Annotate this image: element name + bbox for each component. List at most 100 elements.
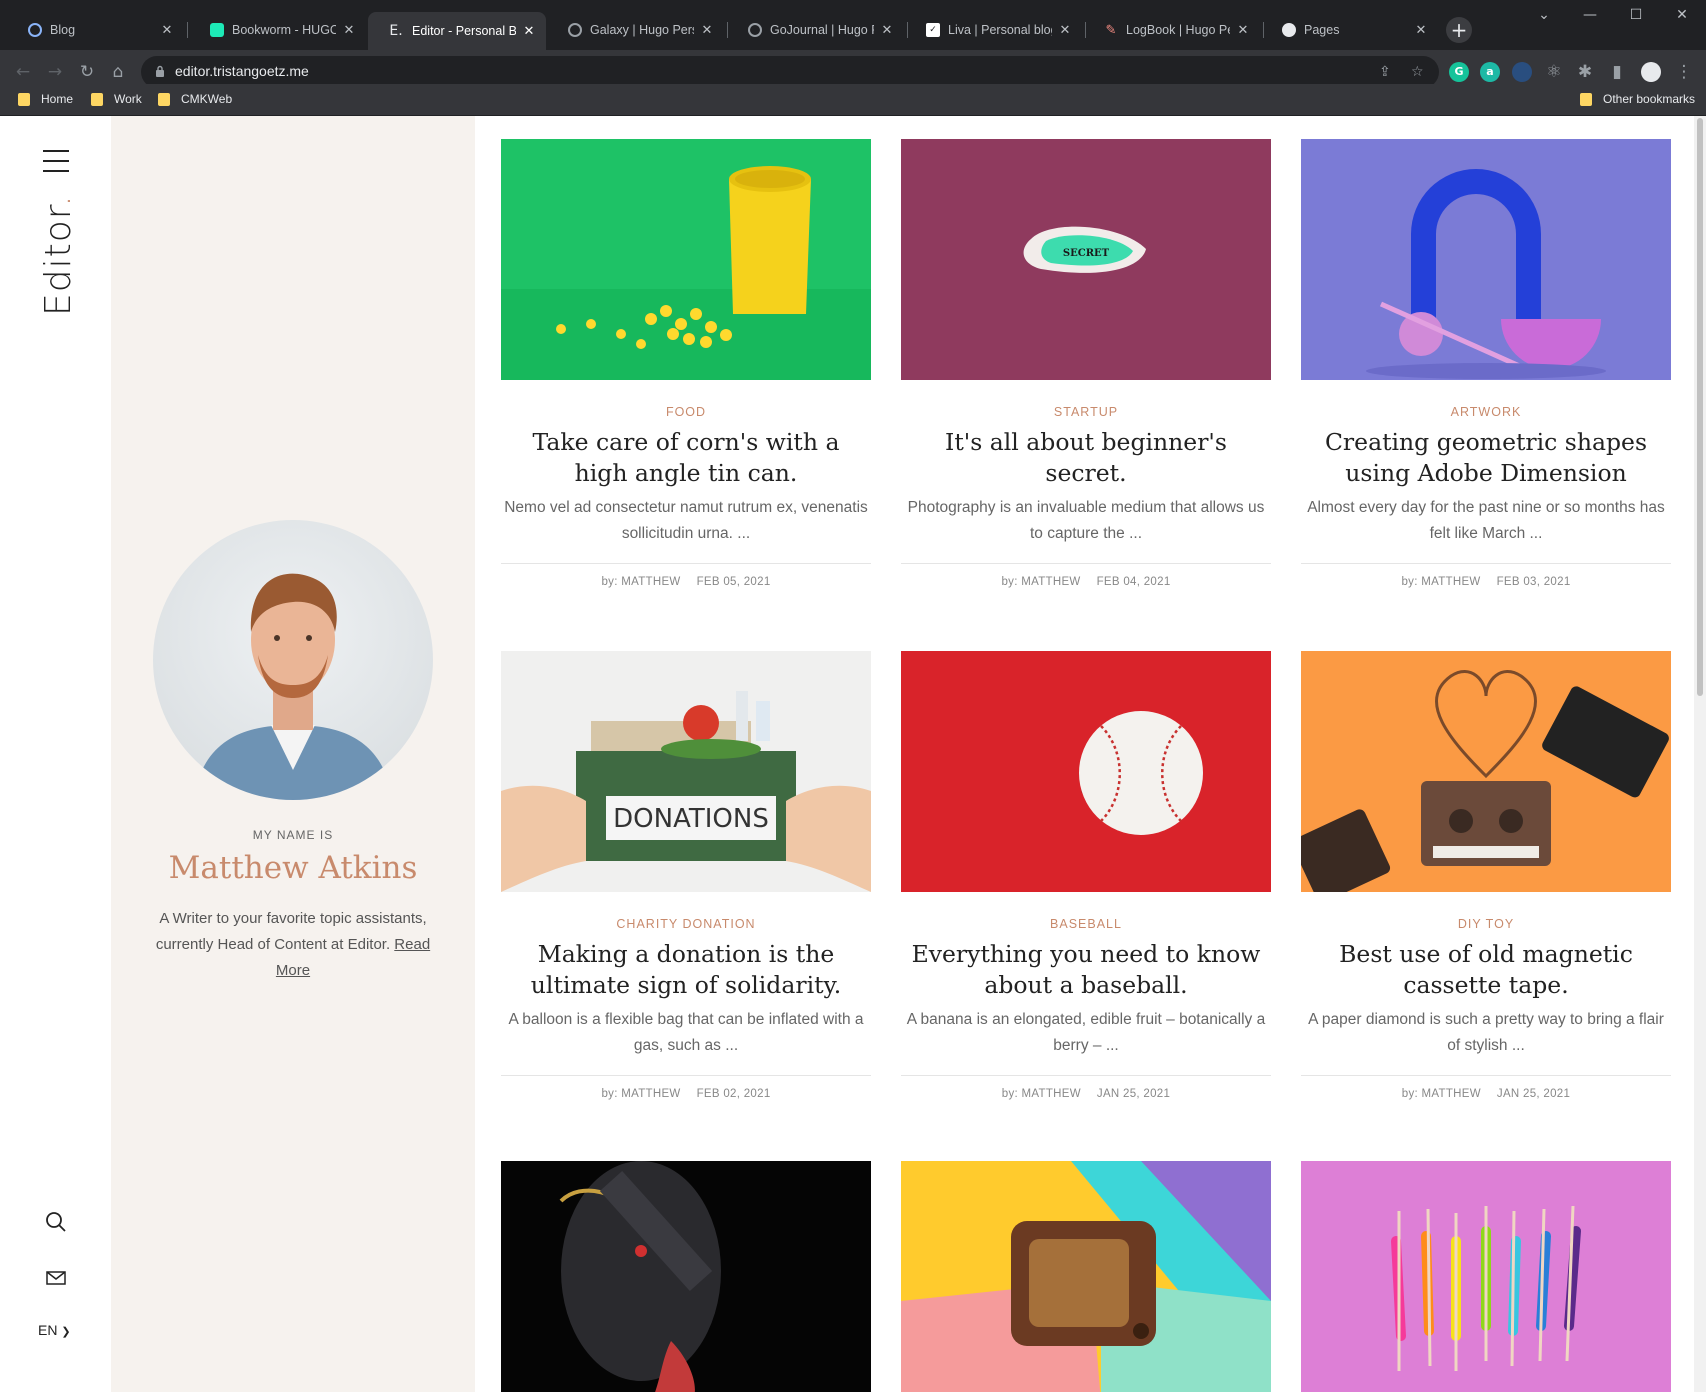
tab-liva[interactable]: ✓ Liva | Personal blog template ✕ — [906, 14, 1082, 46]
author-bio: A Writer to your favorite topic assistan… — [155, 910, 431, 979]
back-icon[interactable]: ← — [13, 62, 33, 82]
post-image-baseball[interactable] — [901, 651, 1271, 892]
post-title[interactable]: Making a donation is the ultimate sign o… — [501, 939, 871, 1001]
folder-icon — [91, 92, 103, 106]
folder-icon — [1580, 92, 1592, 106]
post-title[interactable]: Everything you need to know about a base… — [901, 939, 1271, 1001]
reload-icon[interactable]: ↻ — [77, 62, 97, 82]
post-image-corn[interactable] — [501, 139, 871, 380]
star-icon[interactable]: ☆ — [1411, 64, 1424, 80]
profile-avatar[interactable] — [1641, 62, 1661, 82]
post-image-secret[interactable]: SECRET — [901, 139, 1271, 380]
extension-a-icon[interactable]: a — [1480, 62, 1500, 82]
post-image-candy[interactable] — [1301, 1161, 1671, 1392]
close-icon[interactable]: ✕ — [880, 23, 894, 38]
pencil-favicon: ✎ — [1105, 22, 1117, 38]
tab-editor[interactable]: E. Editor - Personal Blog ✕ — [368, 12, 546, 50]
post-title[interactable]: Take care of corn's with a high angle ti… — [501, 427, 871, 489]
post-excerpt: A balloon is a flexible bag that can be … — [508, 1011, 864, 1054]
post-category[interactable]: FOOD — [501, 405, 871, 419]
page-scrollbar[interactable] — [1694, 116, 1706, 1392]
post-card[interactable]: DIY TOY Best use of old magnetic cassett… — [1301, 651, 1671, 1100]
share-icon[interactable]: ⇪ — [1379, 64, 1391, 80]
extension-blue-icon[interactable] — [1512, 62, 1532, 82]
post-category[interactable]: ARTWORK — [1301, 405, 1671, 419]
post-image-geometric[interactable] — [1301, 139, 1671, 380]
post-meta: by: MATTHEW FEB 02, 2021 — [601, 1088, 771, 1100]
bookmark-work[interactable]: Work — [91, 92, 142, 106]
post-excerpt: Nemo vel ad consectetur namut rutrum ex,… — [504, 499, 868, 542]
post-card[interactable]: BASEBALL Everything you need to know abo… — [901, 651, 1271, 1100]
bookmark-cmkweb[interactable]: CMKWeb — [158, 92, 232, 106]
web-page: Editor. EN ❯ MY NAME IS Matthew Atkins A… — [0, 116, 1706, 1392]
post-card[interactable]: DONATIONS CHARITY DONATION Making a dona… — [501, 651, 871, 1100]
puzzle-icon[interactable]: ✱ — [1575, 62, 1595, 82]
react-devtools-icon[interactable]: ⚛ — [1544, 62, 1564, 82]
bookmark-home[interactable]: Home — [18, 92, 73, 106]
post-category[interactable]: DIY TOY — [1301, 917, 1671, 931]
browser-tab-bar: Blog ✕ Bookworm - HUGO Blog ✕ E. Editor … — [0, 0, 1706, 50]
close-icon[interactable]: ✕ — [342, 23, 356, 38]
post-card[interactable] — [1301, 1161, 1671, 1392]
post-image-radio[interactable] — [901, 1161, 1271, 1392]
folder-icon — [158, 92, 170, 106]
globe-icon — [568, 23, 582, 37]
bookworm-favicon — [210, 23, 224, 37]
donations-text: DONATIONS — [613, 804, 769, 834]
close-icon[interactable]: ✕ — [522, 24, 536, 39]
post-title[interactable]: Best use of old magnetic cassette tape. — [1301, 939, 1671, 1001]
post-card[interactable] — [901, 1161, 1271, 1392]
home-icon[interactable]: ⌂ — [108, 62, 128, 82]
close-window-button[interactable]: ✕ — [1662, 0, 1702, 30]
url-text: editor.tristangoetz.me — [175, 63, 309, 79]
tab-blog[interactable]: Blog ✕ — [8, 14, 184, 46]
language-selector[interactable]: EN ❯ — [38, 1322, 71, 1338]
site-logo[interactable]: Editor. — [38, 194, 79, 316]
hamburger-menu-icon[interactable] — [43, 150, 69, 172]
divider — [501, 563, 871, 564]
forward-icon[interactable]: → — [45, 62, 65, 82]
tab-pages[interactable]: Pages ✕ — [1262, 14, 1438, 46]
close-icon[interactable]: ✕ — [700, 23, 714, 38]
post-image-cassette[interactable] — [1301, 651, 1671, 892]
chevron-down-icon: ❯ — [61, 1326, 71, 1338]
tab-gojournal[interactable]: GoJournal | Hugo Personal ✕ — [728, 14, 904, 46]
close-icon[interactable]: ✕ — [1414, 23, 1428, 38]
divider — [1301, 563, 1671, 564]
post-image-donations[interactable]: DONATIONS — [501, 651, 871, 892]
scrollbar-thumb[interactable] — [1697, 118, 1703, 696]
other-bookmarks[interactable]: Other bookmarks — [1580, 92, 1695, 106]
post-category[interactable]: BASEBALL — [901, 917, 1271, 931]
post-image-painted-face[interactable] — [501, 1161, 871, 1392]
side-panel-icon[interactable]: ▮ — [1607, 62, 1627, 82]
menu-dots-icon[interactable]: ⋮ — [1674, 62, 1694, 82]
post-excerpt: Almost every day for the past nine or so… — [1307, 499, 1665, 542]
hugo-blog-favicon — [28, 23, 42, 37]
post-category[interactable]: STARTUP — [901, 405, 1271, 419]
maximize-button[interactable]: ☐ — [1616, 0, 1656, 30]
post-card[interactable]: SECRET STARTUP It's all about beginner's… — [901, 139, 1271, 588]
search-icon[interactable] — [44, 1210, 68, 1234]
author-name: Matthew Atkins — [168, 850, 418, 886]
post-title[interactable]: It's all about beginner's secret. — [901, 427, 1271, 489]
divider — [501, 1075, 871, 1076]
close-icon[interactable]: ✕ — [1058, 23, 1072, 38]
tab-logbook[interactable]: ✎ LogBook | Hugo Personal ✕ — [1084, 14, 1260, 46]
author-panel: MY NAME IS Matthew Atkins A Writer to yo… — [111, 116, 475, 1392]
globe-icon — [748, 23, 762, 37]
mail-icon[interactable] — [44, 1266, 68, 1290]
grammarly-icon[interactable]: G — [1449, 62, 1469, 82]
tab-bookworm[interactable]: Bookworm - HUGO Blog ✕ — [190, 14, 366, 46]
close-icon[interactable]: ✕ — [160, 23, 174, 38]
post-card[interactable] — [501, 1161, 871, 1392]
post-excerpt: A paper diamond is such a pretty way to … — [1308, 1011, 1664, 1054]
post-title[interactable]: Creating geometric shapes using Adobe Di… — [1301, 427, 1671, 489]
minimize-button[interactable]: — — [1570, 0, 1610, 30]
post-category[interactable]: CHARITY DONATION — [501, 917, 871, 931]
tab-galaxy[interactable]: Galaxy | Hugo Personal ✕ — [548, 14, 724, 46]
post-card[interactable]: FOOD Take care of corn's with a high ang… — [501, 139, 871, 588]
close-icon[interactable]: ✕ — [1236, 23, 1250, 38]
post-card[interactable]: ARTWORK Creating geometric shapes using … — [1301, 139, 1671, 588]
new-tab-button[interactable]: + — [1446, 17, 1472, 43]
tab-search-icon[interactable]: ⌄ — [1524, 0, 1564, 30]
